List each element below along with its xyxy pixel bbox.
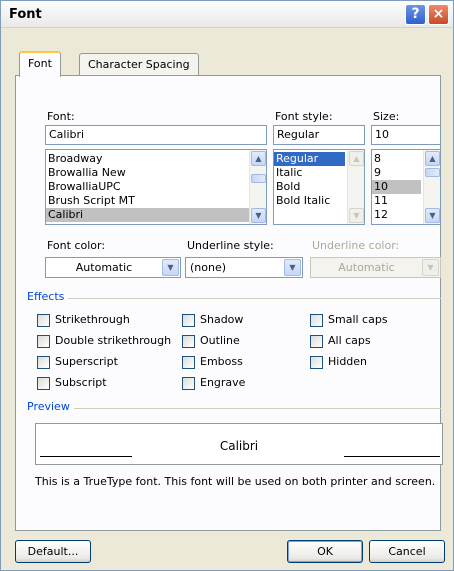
tab-character-spacing[interactable]: Character Spacing [79, 53, 199, 75]
cancel-button[interactable]: Cancel [369, 540, 445, 563]
shadow-label[interactable]: Shadow [200, 313, 243, 326]
outline-checkbox[interactable] [182, 335, 195, 348]
list-item[interactable]: Browallia New [46, 166, 266, 180]
all-caps-label[interactable]: All caps [328, 334, 371, 347]
double-strikethrough-label[interactable]: Double strikethrough [55, 334, 171, 347]
preview-group-label: Preview [27, 400, 74, 413]
emboss-checkbox[interactable] [182, 356, 195, 369]
scroll-down-icon[interactable]: ▼ [251, 208, 266, 223]
chevron-down-icon[interactable]: ▼ [162, 259, 179, 276]
outline-label[interactable]: Outline [200, 334, 240, 347]
size-list[interactable]: 8 9 10 11 12 ▲ ▼ [371, 149, 441, 225]
font-style-list[interactable]: Regular Italic Bold Bold Italic ▲ ▼ [273, 149, 365, 225]
strikethrough-checkbox[interactable] [37, 314, 50, 327]
font-color-select[interactable]: Automatic ▼ [45, 257, 181, 278]
effects-group-label: Effects [27, 290, 69, 303]
preview-note: This is a TrueType font. This font will … [35, 475, 436, 488]
list-item[interactable]: BrowalliaUPC [46, 180, 266, 194]
ok-button[interactable]: OK [287, 540, 363, 563]
preview-baseline-right [344, 456, 440, 457]
small-caps-label[interactable]: Small caps [328, 313, 388, 326]
superscript-label[interactable]: Superscript [55, 355, 118, 368]
font-list[interactable]: Broadway Browallia New BrowalliaUPC Brus… [45, 149, 267, 225]
font-input[interactable]: Calibri [45, 125, 267, 145]
window-title: Font [9, 7, 42, 22]
size-list-scrollbar[interactable]: ▲ ▼ [423, 150, 440, 224]
underline-style-label: Underline style: [187, 239, 274, 252]
underline-color-label: Underline color: [312, 239, 400, 252]
chevron-down-icon[interactable]: ▼ [284, 259, 301, 276]
scroll-up-icon[interactable]: ▲ [349, 151, 364, 166]
title-bar: Font ? × [1, 1, 453, 28]
scroll-thumb[interactable] [425, 168, 440, 177]
preview-text: Calibri [219, 439, 259, 453]
shadow-checkbox[interactable] [182, 314, 195, 327]
list-item-selected[interactable]: Regular [274, 152, 345, 166]
font-style-input[interactable]: Regular [273, 125, 365, 145]
default-button[interactable]: Default... [15, 540, 91, 563]
list-item-selected[interactable]: 10 [372, 180, 421, 194]
font-dialog: Font ? × Font Character Spacing Font: Ca… [0, 0, 454, 571]
list-item[interactable]: Brush Script MT [46, 194, 266, 208]
scroll-up-icon[interactable]: ▲ [425, 151, 440, 166]
effects-divider [29, 298, 441, 299]
font-color-value: Automatic [75, 261, 133, 274]
scroll-down-icon[interactable]: ▼ [349, 208, 364, 223]
chevron-down-icon: ▼ [422, 259, 439, 276]
font-style-scrollbar[interactable]: ▲ ▼ [347, 150, 364, 224]
engrave-checkbox[interactable] [182, 377, 195, 390]
underline-color-select: Automatic ▼ [310, 257, 441, 278]
all-caps-checkbox[interactable] [310, 335, 323, 348]
preview-box: Calibri [35, 423, 443, 465]
preview-baseline-left [40, 456, 132, 457]
size-label: Size: [373, 110, 400, 123]
font-color-label: Font color: [47, 239, 106, 252]
font-list-scrollbar[interactable]: ▲ ▼ [249, 150, 266, 224]
emboss-label[interactable]: Emboss [200, 355, 243, 368]
tab-font[interactable]: Font [19, 51, 61, 77]
scroll-thumb[interactable] [251, 174, 266, 183]
font-style-label: Font style: [275, 110, 333, 123]
small-caps-checkbox[interactable] [310, 314, 323, 327]
subscript-label[interactable]: Subscript [55, 376, 107, 389]
size-input[interactable]: 10 [371, 125, 441, 145]
help-icon[interactable]: ? [405, 4, 426, 25]
close-icon[interactable]: × [428, 4, 449, 25]
strikethrough-label[interactable]: Strikethrough [55, 313, 130, 326]
engrave-label[interactable]: Engrave [200, 376, 245, 389]
hidden-checkbox[interactable] [310, 356, 323, 369]
list-item[interactable]: Broadway [46, 152, 266, 166]
underline-style-select[interactable]: (none) ▼ [185, 257, 303, 278]
preview-divider [29, 408, 441, 409]
list-item-selected[interactable]: Calibri [46, 208, 266, 222]
superscript-checkbox[interactable] [37, 356, 50, 369]
underline-style-value: (none) [190, 261, 227, 274]
scroll-up-icon[interactable]: ▲ [251, 151, 266, 166]
hidden-label[interactable]: Hidden [328, 355, 367, 368]
underline-color-value: Automatic [338, 261, 395, 274]
subscript-checkbox[interactable] [37, 377, 50, 390]
scroll-down-icon[interactable]: ▼ [425, 208, 440, 223]
font-label: Font: [47, 110, 75, 123]
double-strikethrough-checkbox[interactable] [37, 335, 50, 348]
